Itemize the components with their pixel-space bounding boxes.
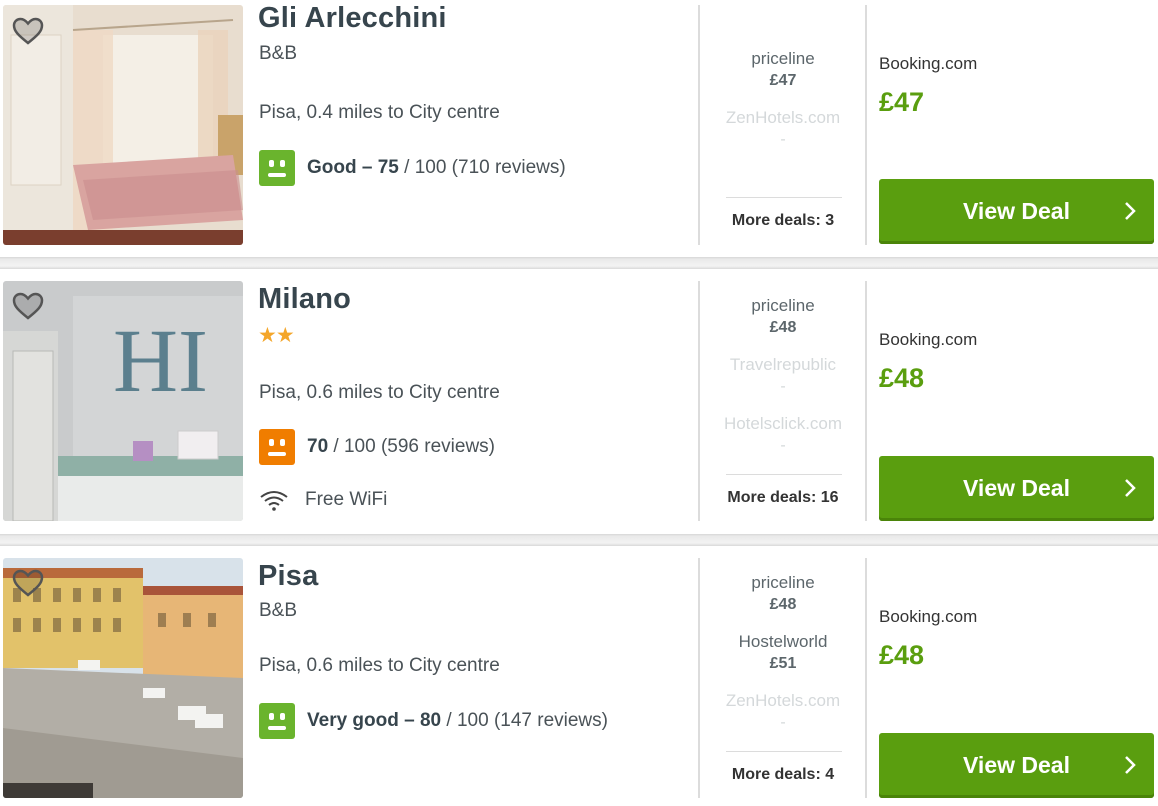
chevron-right-icon: [1125, 479, 1136, 497]
chevron-right-icon: [1125, 202, 1136, 220]
rating-details: / 100 (710 reviews): [398, 157, 566, 178]
view-deal-label: View Deal: [963, 198, 1070, 224]
rating-details: / 100 (147 reviews): [441, 710, 608, 731]
best-deal-provider: Booking.com: [879, 330, 978, 349]
best-deal-provider: Booking.com: [879, 607, 978, 626]
hotel-type: B&B: [259, 43, 298, 64]
deal-price: -: [780, 378, 786, 395]
hotel-rating: Good – 75 / 100 (710 reviews): [259, 150, 566, 186]
deal-item[interactable]: priceline £48: [702, 295, 864, 339]
amenity-label: Free WiFi: [305, 489, 388, 510]
view-deal-button[interactable]: View Deal: [879, 733, 1154, 798]
rating-score: 70: [307, 436, 329, 457]
deal-price: -: [780, 131, 786, 148]
wifi-icon: [260, 491, 288, 511]
deal-item[interactable]: Hostelworld £51: [702, 631, 864, 675]
neutral-face-icon: [259, 429, 295, 465]
favorite-heart-icon[interactable]: [12, 16, 44, 46]
hotel-location: Pisa, 0.6 miles to City centre: [259, 655, 500, 676]
deal-price: -: [780, 437, 786, 454]
view-deal-button[interactable]: View Deal: [879, 179, 1154, 244]
hotel-card: Gli Arlecchini B&B Pisa, 0.4 miles to Ci…: [0, 0, 1158, 257]
more-deals-link[interactable]: More deals: 16: [702, 489, 864, 507]
view-deal-button[interactable]: View Deal: [879, 456, 1154, 521]
deal-item[interactable]: Hotelsclick.com -: [702, 413, 864, 457]
deal-item[interactable]: ZenHotels.com -: [702, 107, 864, 151]
rating-score: Good – 75: [307, 157, 399, 178]
hotel-name[interactable]: Pisa: [258, 560, 318, 593]
deal-item[interactable]: priceline £47: [702, 48, 864, 92]
best-deal-price: £48: [879, 640, 925, 670]
rating-details: / 100 (596 reviews): [328, 436, 495, 457]
star-rating: ★★: [258, 324, 295, 347]
view-deal-label: View Deal: [963, 475, 1070, 501]
view-deal-label: View Deal: [963, 752, 1070, 778]
hotel-location: Pisa, 0.6 miles to City centre: [259, 382, 500, 403]
hotel-type: B&B: [259, 600, 298, 621]
best-deal-provider: Booking.com: [879, 54, 978, 73]
svg-text:HI: HI: [113, 312, 208, 411]
deal-provider: priceline: [751, 573, 815, 592]
hotel-card: HI Milano ★★ Pisa, 0.6 miles to City cen…: [0, 269, 1158, 534]
rating-score: Very good – 80: [307, 710, 442, 731]
hotel-name[interactable]: Gli Arlecchini: [258, 2, 447, 35]
hotel-rating: Very good – 80 / 100 (147 reviews): [259, 703, 608, 739]
best-deal-price: £48: [879, 363, 925, 393]
deal-item[interactable]: ZenHotels.com -: [702, 690, 864, 734]
deal-provider: Hostelworld: [738, 632, 828, 651]
happy-face-icon: [259, 150, 295, 186]
deal-provider: priceline: [751, 296, 815, 315]
favorite-heart-icon[interactable]: [12, 291, 44, 321]
deal-item[interactable]: priceline £48: [702, 572, 864, 616]
deal-price: £47: [769, 72, 797, 89]
deal-provider: Hotelsclick.com: [723, 414, 843, 433]
deal-price: £48: [769, 319, 797, 336]
deal-provider: Travelrepublic: [729, 355, 837, 374]
deal-item[interactable]: Travelrepublic -: [702, 354, 864, 398]
deal-price: £51: [769, 655, 797, 672]
chevron-right-icon: [1125, 756, 1136, 774]
deal-provider: priceline: [751, 49, 815, 68]
hotel-rating: 70 / 100 (596 reviews): [259, 429, 495, 465]
hotel-card: Pisa B&B Pisa, 0.6 miles to City centre …: [0, 546, 1158, 806]
deal-price: £48: [769, 596, 797, 613]
deal-provider: ZenHotels.com: [725, 108, 841, 127]
favorite-heart-icon[interactable]: [12, 568, 44, 598]
happy-face-icon: [259, 703, 295, 739]
deal-provider: ZenHotels.com: [725, 691, 841, 710]
hotel-name[interactable]: Milano: [258, 283, 351, 316]
best-deal-price: £47: [879, 87, 925, 117]
hotel-location: Pisa, 0.4 miles to City centre: [259, 102, 500, 123]
amenity-wifi: Free WiFi: [259, 489, 387, 511]
more-deals-link[interactable]: More deals: 4: [702, 766, 864, 784]
deal-price: -: [780, 714, 786, 731]
more-deals-link[interactable]: More deals: 3: [702, 212, 864, 230]
